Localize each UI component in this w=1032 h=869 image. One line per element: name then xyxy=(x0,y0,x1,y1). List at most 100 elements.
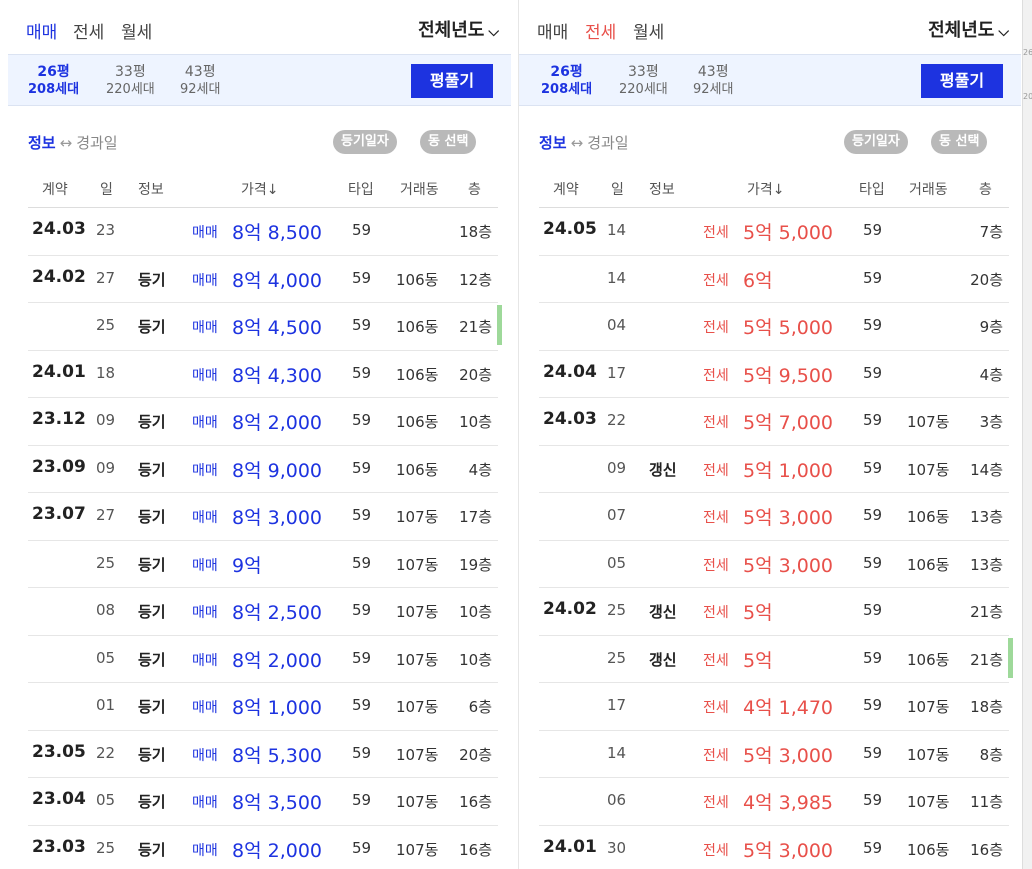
table-row[interactable]: 23.03 25 등기 매매 8억 2,000 59 107동 16층 xyxy=(28,826,498,869)
row-day: 05 xyxy=(607,553,627,572)
table-row[interactable]: 23.04 05 등기 매매 8억 3,500 59 107동 16층 xyxy=(28,778,498,826)
row-day: 05 xyxy=(96,791,116,809)
row-floor: 17층 xyxy=(459,508,492,526)
row-day: 22 xyxy=(607,411,627,429)
table-row[interactable]: 23.09 09 등기 매매 8억 9,000 59 106동 4층 xyxy=(28,446,498,493)
table-row[interactable]: 14 전세 5억 3,000 59 107동 8층 xyxy=(539,731,1009,778)
row-deal-type: 매매 xyxy=(192,462,218,479)
header-day[interactable]: 일 xyxy=(611,179,624,199)
building-select-button[interactable]: 동 선택 xyxy=(420,130,477,154)
tab-monthly[interactable]: 월세 xyxy=(633,18,664,43)
pyeong-expand-button[interactable]: 평풀기 xyxy=(411,64,493,98)
table-row[interactable]: 05 전세 5억 3,000 59 106동 13층 xyxy=(539,541,1009,588)
table-row[interactable]: 25 등기 매매 9억 59 107동 19층 xyxy=(28,541,498,588)
header-price[interactable]: 가격↓ xyxy=(747,179,785,199)
size-households: 220세대 xyxy=(619,82,668,97)
table-row[interactable]: 06 전세 4억 3,985 59 107동 11층 xyxy=(539,778,1009,826)
sale-panel: 매매 전세 월세 전체년도 ⌵ 26평 208세대 33평 220세대 43평 9… xyxy=(8,0,511,869)
header-price[interactable]: 가격↓ xyxy=(241,179,279,199)
row-date: 24.04 xyxy=(543,361,597,382)
row-day: 08 xyxy=(96,601,116,619)
table-row[interactable]: 24.03 22 전세 5억 7,000 59 107동 3층 xyxy=(539,398,1009,446)
table-row[interactable]: 24.02 25 갱신 전세 5억 59 21층 xyxy=(539,588,1009,636)
info-row: 정보 ↔ 경과일 등기일자 동 선택 xyxy=(519,128,1021,158)
table-row[interactable]: 24.05 14 전세 5억 5,000 59 7층 xyxy=(539,208,1009,256)
header-contract[interactable]: 계약 xyxy=(42,179,68,199)
header-info[interactable]: 정보 xyxy=(138,179,164,199)
page: 매매 전세 월세 전체년도 ⌵ 26평 208세대 33평 220세대 43평 9… xyxy=(0,0,1032,869)
row-deal-type: 매매 xyxy=(192,557,218,574)
header-floor[interactable]: 층 xyxy=(979,179,992,199)
table-row[interactable]: 25 등기 매매 8억 4,500 59 106동 21층 xyxy=(28,303,502,351)
table-row[interactable]: 24.03 23 매매 8억 8,500 59 18층 xyxy=(28,208,498,256)
table-row[interactable]: 01 등기 매매 8억 1,000 59 107동 6층 xyxy=(28,683,498,731)
row-dong: 107동 xyxy=(396,840,439,859)
header-type[interactable]: 타입 xyxy=(348,179,374,199)
size-option-43[interactable]: 43평 92세대 xyxy=(180,63,220,99)
row-floor: 9층 xyxy=(979,318,1003,336)
table-row[interactable]: 23.12 09 등기 매매 8억 2,000 59 106동 10층 xyxy=(28,398,498,446)
table-row[interactable]: 05 등기 매매 8억 2,000 59 107동 10층 xyxy=(28,636,498,683)
tab-jeonse[interactable]: 전세 xyxy=(585,18,616,43)
registration-date-button[interactable]: 등기일자 xyxy=(333,130,397,154)
size-option-33[interactable]: 33평 220세대 xyxy=(619,63,668,99)
row-floor: 16층 xyxy=(459,840,492,859)
swap-arrow-icon: ↔ xyxy=(570,134,584,152)
table-row[interactable]: 08 등기 매매 8억 2,500 59 107동 10층 xyxy=(28,588,498,636)
header-floor[interactable]: 층 xyxy=(468,179,481,199)
table-row[interactable]: 07 전세 5억 3,000 59 106동 13층 xyxy=(539,493,1009,541)
scrollbar[interactable]: 26 20 xyxy=(1022,0,1032,869)
header-contract[interactable]: 계약 xyxy=(553,179,579,199)
table-row[interactable]: 23.07 27 등기 매매 8억 3,000 59 107동 17층 xyxy=(28,493,498,541)
info-elapsed-toggle[interactable]: 정보 ↔ 경과일 xyxy=(539,132,629,153)
tab-monthly[interactable]: 월세 xyxy=(121,18,152,43)
row-day: 18 xyxy=(96,363,116,382)
header-day[interactable]: 일 xyxy=(100,179,113,199)
row-price: 5억 xyxy=(743,602,773,624)
header-dong[interactable]: 거래동 xyxy=(400,179,439,199)
row-size: 59 xyxy=(352,601,372,619)
tab-jeonse[interactable]: 전세 xyxy=(73,18,104,43)
row-date: 23.05 xyxy=(32,741,86,762)
row-price: 4억 1,470 xyxy=(743,697,834,719)
building-select-button[interactable]: 동 선택 xyxy=(931,130,988,154)
table-row[interactable]: 14 전세 6억 59 20층 xyxy=(539,256,1009,303)
row-deal-type: 매매 xyxy=(192,415,218,431)
table-row[interactable]: 23.05 22 등기 매매 8억 5,300 59 107동 20층 xyxy=(28,731,498,778)
row-size: 59 xyxy=(352,696,372,714)
row-floor: 18층 xyxy=(970,698,1003,716)
year-select[interactable]: 전체년도 ⌵ xyxy=(418,16,499,42)
table-row[interactable]: 24.04 17 전세 5억 9,500 59 4층 xyxy=(539,351,1009,398)
row-info: 등기 xyxy=(138,508,166,526)
table-row[interactable]: 24.01 18 매매 8억 4,300 59 106동 20층 xyxy=(28,351,498,398)
header-info[interactable]: 정보 xyxy=(649,179,675,199)
row-info: 등기 xyxy=(138,413,166,431)
size-option-33[interactable]: 33평 220세대 xyxy=(106,63,155,99)
table-row[interactable]: 09 갱신 전세 5억 1,000 59 107동 14층 xyxy=(539,446,1009,493)
table-row[interactable]: 17 전세 4억 1,470 59 107동 18층 xyxy=(539,683,1009,731)
table-row[interactable]: 24.01 30 전세 5억 3,000 59 106동 16층 xyxy=(539,826,1009,869)
row-day: 01 xyxy=(96,696,116,714)
year-select[interactable]: 전체년도 ⌵ xyxy=(928,16,1009,42)
header-type[interactable]: 타입 xyxy=(859,179,885,199)
row-size: 59 xyxy=(863,696,883,714)
info-elapsed-toggle[interactable]: 정보 ↔ 경과일 xyxy=(28,132,118,153)
row-dong: 107동 xyxy=(907,413,950,431)
table-row[interactable]: 25 갱신 전세 5억 59 106동 21층 xyxy=(539,636,1013,683)
registration-date-button[interactable]: 등기일자 xyxy=(844,130,908,154)
row-price: 8억 5,300 xyxy=(232,744,323,767)
row-date: 23.12 xyxy=(32,409,86,429)
table-row[interactable]: 04 전세 5억 5,000 59 9층 xyxy=(539,303,1009,351)
table-row[interactable]: 24.02 27 등기 매매 8억 4,000 59 106동 12층 xyxy=(28,256,498,303)
row-price: 8억 4,300 xyxy=(232,364,323,387)
tab-sale[interactable]: 매매 xyxy=(537,18,568,43)
row-price: 8억 2,000 xyxy=(232,839,323,862)
size-option-26[interactable]: 26평 208세대 xyxy=(541,63,592,99)
row-dong: 107동 xyxy=(396,698,439,716)
size-option-26[interactable]: 26평 208세대 xyxy=(28,63,79,99)
tab-sale[interactable]: 매매 xyxy=(26,18,57,43)
header-dong[interactable]: 거래동 xyxy=(909,179,948,199)
row-size: 59 xyxy=(863,601,883,619)
pyeong-expand-button[interactable]: 평풀기 xyxy=(921,64,1003,98)
size-option-43[interactable]: 43평 92세대 xyxy=(693,63,733,99)
